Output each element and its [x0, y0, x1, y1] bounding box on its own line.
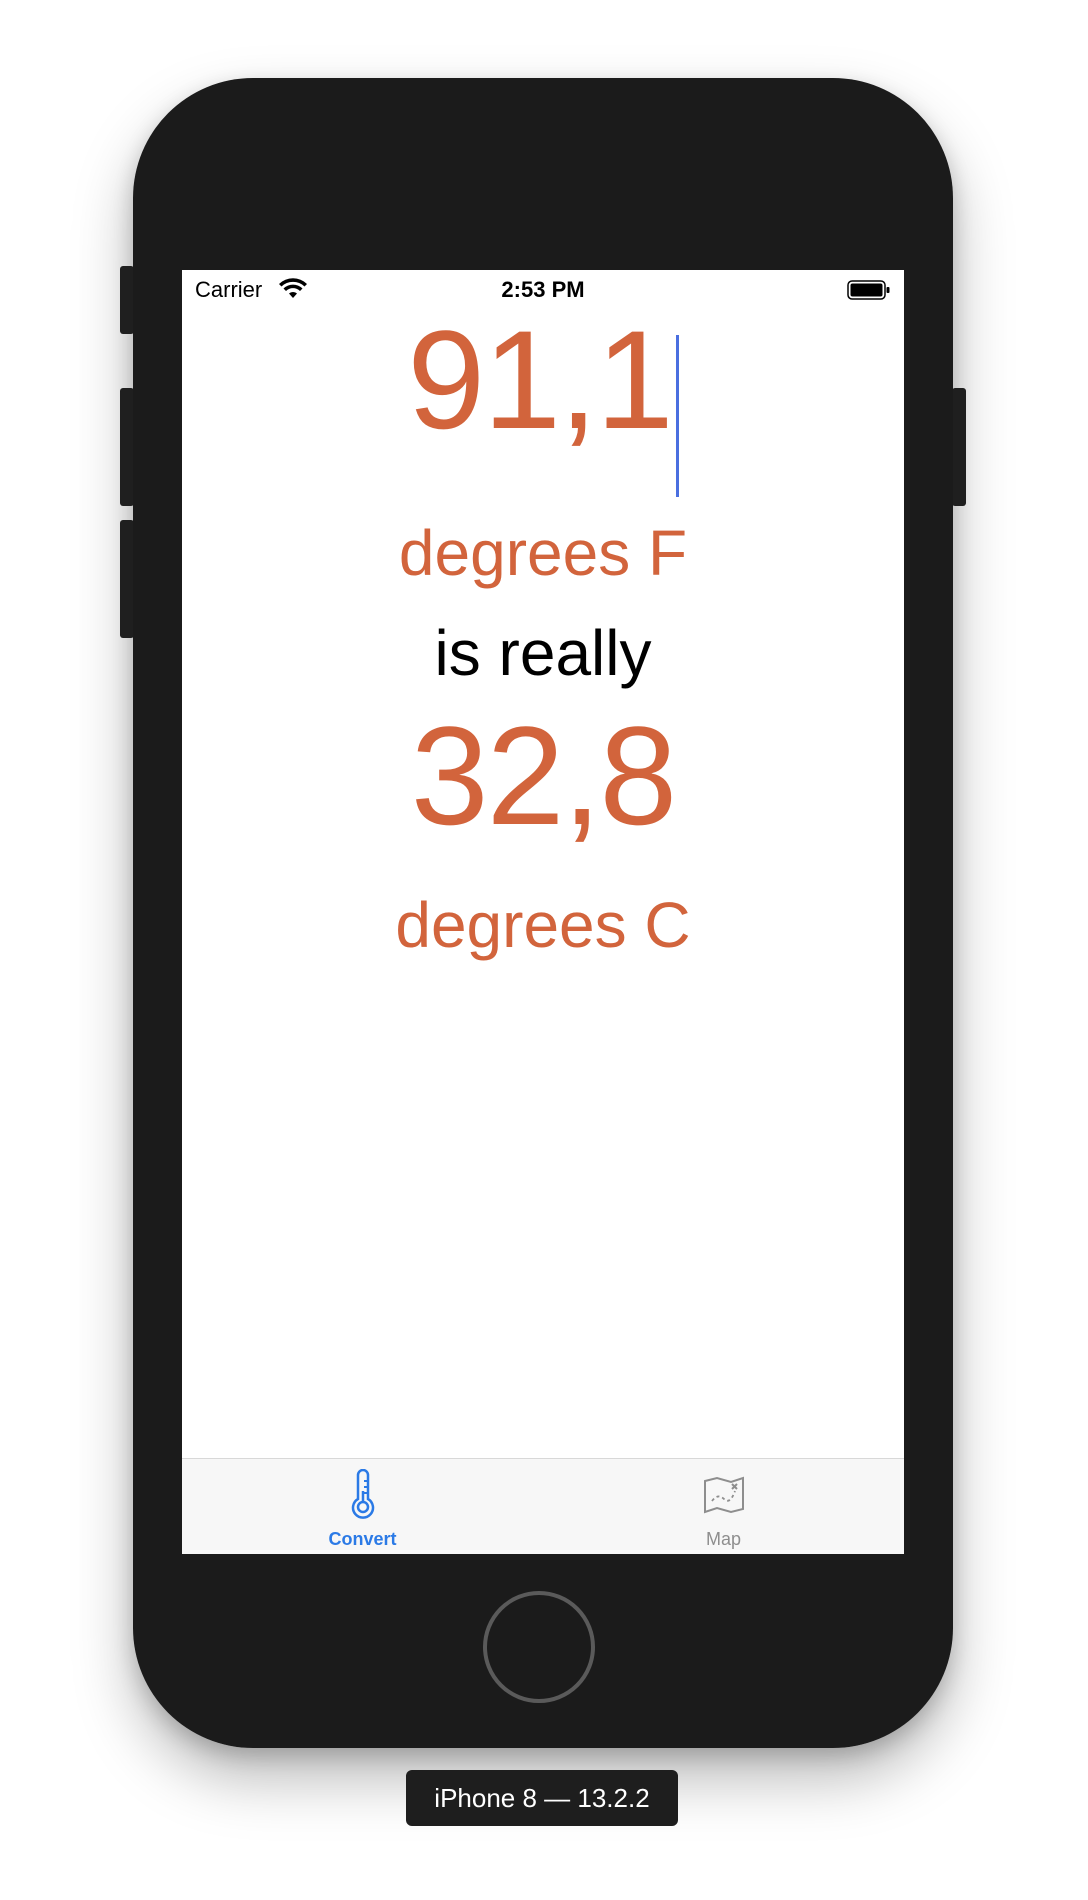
tab-map[interactable]: Map	[543, 1459, 904, 1554]
mute-switch	[120, 266, 134, 334]
celsius-value: 32,8	[410, 697, 677, 854]
connector-label: is really	[434, 617, 652, 689]
device-screen: Carrier 2:53 PM 91,1 degrees F is really…	[182, 270, 904, 1554]
volume-down-button	[120, 520, 134, 638]
map-icon	[543, 1469, 904, 1521]
volume-up-button	[120, 388, 134, 506]
celsius-unit-label: degrees C	[395, 889, 691, 961]
thermometer-icon	[182, 1468, 543, 1521]
fahrenheit-field[interactable]: 91,1	[182, 310, 904, 497]
tab-bar: Convert Map	[182, 1458, 904, 1554]
device-name-label: iPhone 8 — 13.2.2	[406, 1770, 678, 1826]
fahrenheit-input-value[interactable]: 91,1	[407, 310, 673, 450]
home-button[interactable]	[483, 1591, 595, 1703]
tab-convert[interactable]: Convert	[182, 1459, 543, 1554]
tab-map-label: Map	[705, 1529, 741, 1549]
battery-icon	[847, 280, 891, 300]
simulator-stage: Carrier 2:53 PM 91,1 degrees F is really…	[0, 0, 1088, 1900]
fahrenheit-unit-label: degrees F	[398, 517, 688, 589]
status-time: 2:53 PM	[501, 277, 585, 302]
text-cursor	[675, 334, 679, 497]
power-button	[952, 388, 966, 506]
tab-convert-label: Convert	[328, 1529, 397, 1549]
